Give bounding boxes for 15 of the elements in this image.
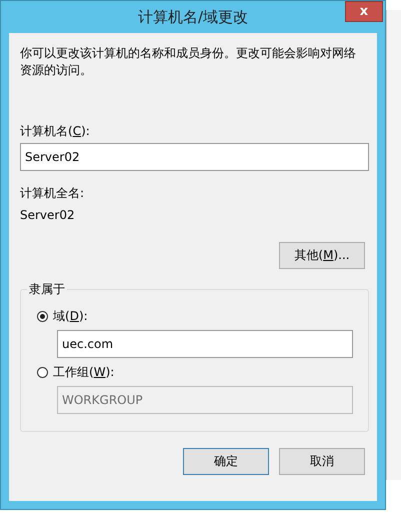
radio-label: 域(D): xyxy=(53,308,88,324)
close-button[interactable]: x xyxy=(345,1,383,22)
radio-button[interactable] xyxy=(37,310,48,322)
cancel-button[interactable]: 取消 xyxy=(279,448,365,475)
group-title: 隶属于 xyxy=(27,281,67,298)
computer-name-field[interactable]: Server02 xyxy=(20,143,369,171)
window-title: 计算机名/域更改 xyxy=(138,8,248,26)
computer-name-label: 计算机名(C): xyxy=(20,123,91,139)
full-name-value: Server02 xyxy=(20,207,76,223)
radio-label: 工作组(W): xyxy=(53,364,114,380)
ok-button[interactable]: 确定 xyxy=(183,448,269,475)
more-button[interactable]: 其他(M)... xyxy=(279,242,365,269)
input-field[interactable]: uec.com xyxy=(57,330,353,358)
description-text: 你可以更改该计算机的名称和成员身份。更改可能会影响对网络资源的访问。 xyxy=(20,45,357,79)
full-name-label: 计算机全名: xyxy=(20,185,86,201)
